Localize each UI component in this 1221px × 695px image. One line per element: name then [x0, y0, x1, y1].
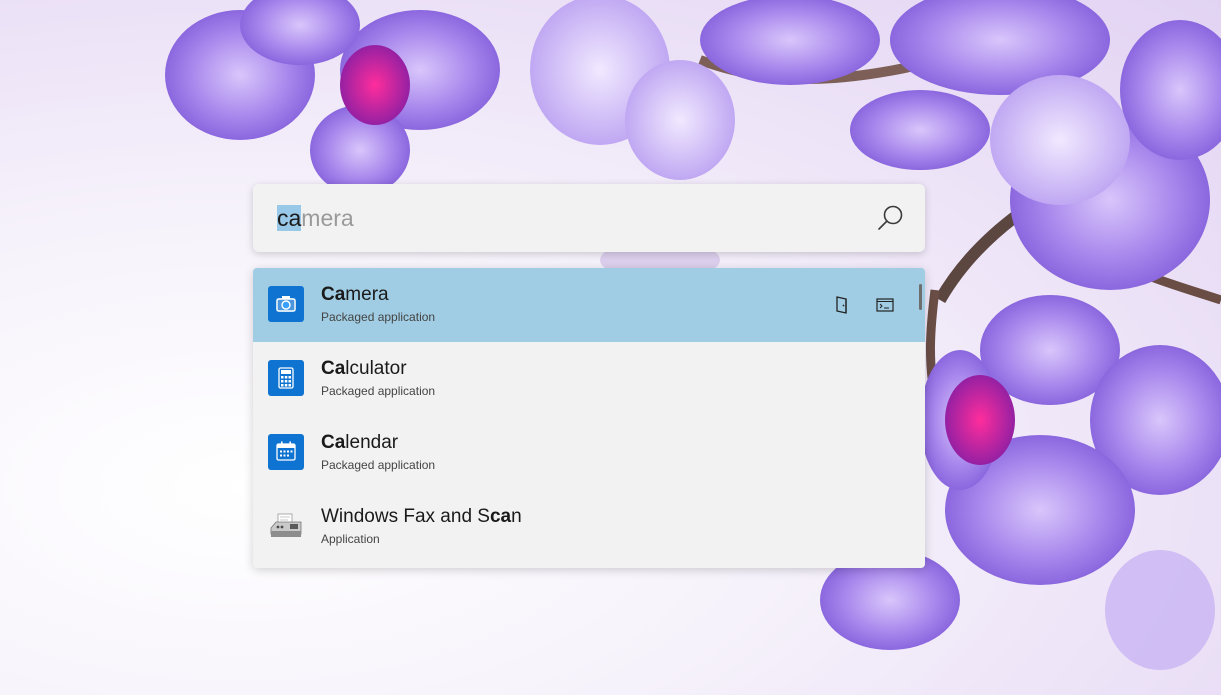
fax-scanner-icon — [268, 508, 304, 544]
result-title-match: Ca — [321, 358, 346, 379]
result-subtitle: Packaged application — [321, 310, 436, 324]
result-item-calendar[interactable]: Calendar Packaged application — [253, 416, 925, 490]
camera-icon — [268, 286, 304, 322]
result-title-match: Ca — [321, 284, 346, 305]
result-title-match: ca — [489, 506, 512, 527]
open-file-location-icon[interactable] — [831, 294, 853, 316]
search-typed-text: ca — [277, 205, 302, 231]
result-subtitle: Application — [321, 532, 380, 546]
result-item-camera[interactable]: Camera Packaged application — [253, 268, 925, 342]
result-item-calculator[interactable]: Calculator Packaged application — [253, 342, 925, 416]
calculator-icon — [268, 360, 304, 396]
result-title: Calculator — [321, 358, 407, 379]
search-input[interactable]: camera — [277, 202, 354, 234]
results-scrollbar[interactable] — [919, 284, 922, 310]
result-item-windows-fax-and-scan[interactable]: Windows Fax and Scan Application — [253, 490, 925, 564]
results-list: Camera Packaged application Calculator P… — [253, 268, 925, 568]
result-title: Windows Fax and Scan — [321, 506, 522, 527]
result-subtitle: Packaged application — [321, 458, 436, 472]
search-icon[interactable] — [875, 203, 905, 233]
result-title: Camera — [321, 284, 389, 305]
result-subtitle: Packaged application — [321, 384, 436, 398]
search-box[interactable]: camera — [253, 184, 925, 252]
result-title: Calendar — [321, 432, 399, 453]
search-suggestion-text: mera — [301, 205, 354, 231]
result-title-match: Ca — [321, 432, 346, 453]
run-as-admin-console-icon[interactable] — [874, 294, 896, 316]
calendar-icon — [268, 434, 304, 470]
